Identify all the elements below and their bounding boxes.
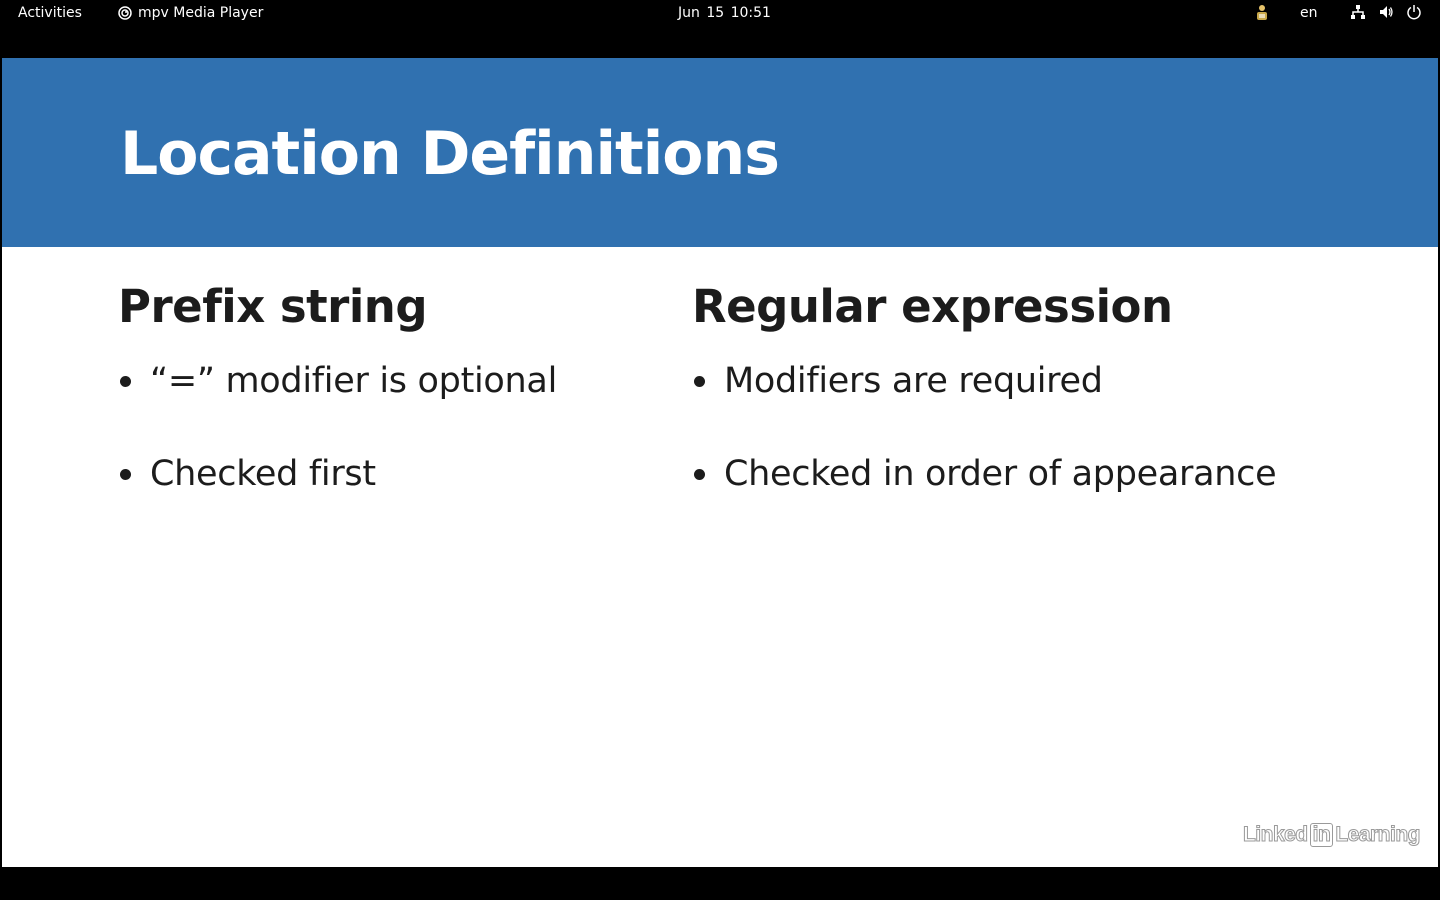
activities-button[interactable]: Activities: [18, 5, 82, 21]
bullet-item: Modifiers are required: [692, 364, 1392, 457]
bullet-list: “=” modifier is optional Checked first: [118, 364, 658, 550]
bullet-dot: [694, 469, 705, 480]
column-heading: Regular expression: [692, 280, 1173, 333]
column-regular-expression: Regular expression Modifiers are require…: [692, 280, 1392, 550]
slide: Location Definitions Prefix string “=” m…: [2, 58, 1438, 867]
language-indicator[interactable]: en: [1300, 5, 1318, 21]
linkedin-learning-watermark: Linked in Learning: [1242, 823, 1421, 847]
network-icon[interactable]: [1350, 4, 1366, 20]
bullet-list: Modifiers are required Checked in order …: [692, 364, 1392, 550]
slide-title: Location Definitions: [120, 119, 780, 189]
volume-icon[interactable]: [1378, 4, 1394, 20]
power-icon[interactable]: [1406, 4, 1422, 20]
clock[interactable]: Jun 15 10:51: [678, 5, 771, 21]
bullet-dot: [120, 469, 131, 480]
bullet-dot: [694, 376, 705, 387]
bullet-dot: [120, 376, 131, 387]
bullet-item: Checked first: [118, 457, 658, 550]
column-prefix-string: Prefix string “=” modifier is optional C…: [118, 280, 658, 550]
top-bar: Activities mpv Media Player Jun 15 10:51…: [0, 0, 1440, 27]
video-area[interactable]: Location Definitions Prefix string “=” m…: [0, 27, 1440, 900]
app-menu[interactable]: mpv Media Player: [118, 5, 263, 21]
slide-header: Location Definitions: [2, 58, 1438, 247]
bullet-item: “=” modifier is optional: [118, 364, 658, 457]
accessibility-icon[interactable]: [1254, 4, 1270, 22]
app-name: mpv Media Player: [138, 5, 264, 21]
column-heading: Prefix string: [118, 280, 428, 333]
system-tray[interactable]: en: [1240, 0, 1440, 27]
bullet-item: Checked in order of appearance: [692, 457, 1392, 550]
mpv-icon: [118, 6, 132, 20]
